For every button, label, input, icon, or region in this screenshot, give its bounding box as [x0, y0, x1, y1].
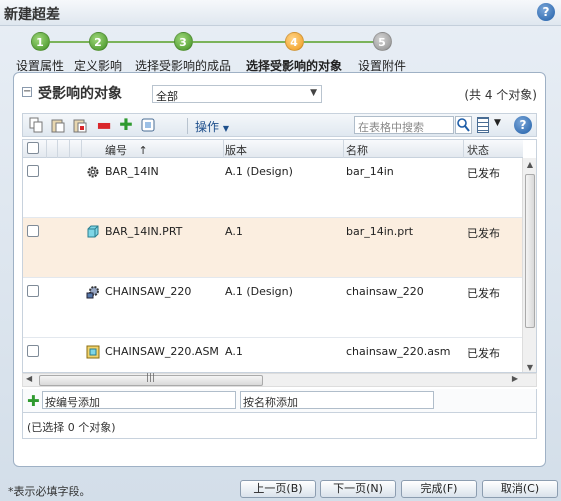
step-1-badge: 1: [30, 32, 50, 51]
add-row: ✚ 按编号添加 按名称添加: [22, 389, 537, 413]
table-toolbar: ▬ ✚ 操作 ▼ 在表格中搜索 ▼ ?: [22, 113, 537, 137]
table-header: 编号 ↑ 版本 名称 状态: [23, 140, 523, 158]
actions-label: 操作: [195, 120, 220, 134]
step-4[interactable]: 4 选择受影响的对象: [241, 32, 347, 74]
table-search-input[interactable]: 在表格中搜索: [354, 116, 454, 134]
step-5-badge: 5: [372, 32, 392, 51]
finish-button[interactable]: 完成(F): [401, 480, 477, 498]
row-checkbox[interactable]: [27, 225, 39, 237]
table-row[interactable]: BAR_14IN.PRT A.1 bar_14in.prt 已发布: [23, 218, 523, 278]
grip-icon: |||: [146, 373, 156, 383]
step-3-badge: 3: [173, 32, 193, 51]
chevron-down-icon[interactable]: ▼: [494, 118, 501, 128]
section-title: 受影响的对象: [38, 86, 122, 102]
column-status[interactable]: 状态: [467, 142, 489, 158]
table-row[interactable]: CHAINSAW_220.ASM A.1 chainsaw_220.asm 已发…: [23, 338, 523, 372]
row-name: chainsaw_220: [346, 285, 424, 298]
vertical-scroll-thumb[interactable]: [525, 174, 535, 328]
panel-header: − 受影响的对象 全部 ▼ (共 4 个对象): [22, 83, 537, 105]
column-number-label: 编号: [105, 144, 127, 157]
chevron-down-icon: ▼: [310, 88, 317, 98]
row-number[interactable]: BAR_14IN.PRT: [105, 225, 182, 238]
add-by-number-input[interactable]: 按编号添加: [42, 391, 236, 409]
row-checkbox[interactable]: [27, 345, 39, 357]
cancel-button[interactable]: 取消(C): [482, 480, 558, 498]
row-version: A.1 (Design): [225, 165, 293, 178]
row-status: 已发布: [467, 347, 500, 360]
search-icon[interactable]: [455, 116, 472, 134]
add-by-name-placeholder: 按名称添加: [243, 396, 298, 409]
gear-icon: [86, 165, 99, 178]
object-count: (共 4 个对象): [464, 88, 537, 102]
step-4-badge: 4: [284, 32, 304, 51]
column-version[interactable]: 版本: [225, 142, 247, 158]
add-icon[interactable]: ✚: [117, 117, 135, 133]
help-icon[interactable]: ?: [514, 116, 532, 134]
scroll-down-icon[interactable]: ▼: [523, 363, 536, 372]
affected-objects-table: 编号 ↑ 版本 名称 状态 BAR_14IN A.1 (Design) bar_…: [22, 139, 537, 373]
required-field-note: *表示必填字段。: [8, 485, 91, 498]
wizard-window: 新建超差 ? 1 设置属性 2 定义影响 3 选择受影响的成品 4 选择受影响的…: [0, 0, 561, 501]
row-name: chainsaw_220.asm: [346, 345, 451, 358]
row-number[interactable]: CHAINSAW_220: [105, 285, 191, 298]
search-placeholder: 在表格中搜索: [358, 121, 424, 134]
filter-select[interactable]: 全部 ▼: [152, 85, 322, 103]
add-icon[interactable]: ✚: [27, 392, 40, 410]
paste-special-icon[interactable]: [71, 117, 89, 133]
row-number[interactable]: BAR_14IN: [105, 165, 159, 178]
row-status: 已发布: [467, 227, 500, 240]
step-2-badge: 2: [88, 32, 108, 51]
remove-icon[interactable]: ▬: [95, 117, 113, 133]
column-settings-icon[interactable]: [477, 117, 489, 133]
previous-button[interactable]: 上一页(B): [240, 480, 316, 498]
selection-count: (已选择 0 个对象): [27, 421, 116, 434]
table-row[interactable]: CHAINSAW_220 A.1 (Design) chainsaw_220 已…: [23, 278, 523, 338]
row-version: A.1: [225, 345, 243, 358]
step-3[interactable]: 3 选择受影响的成品: [134, 32, 232, 74]
vertical-scrollbar[interactable]: ▲ ▼: [522, 158, 536, 372]
sort-arrow-icon: ↑: [138, 144, 148, 157]
horizontal-scrollbar[interactable]: ◀ ||| ▶: [22, 373, 537, 387]
collapse-toggle[interactable]: −: [22, 87, 32, 97]
horizontal-scroll-thumb[interactable]: |||: [39, 373, 263, 386]
actions-menu[interactable]: 操作 ▼: [195, 118, 229, 135]
row-version: A.1: [225, 225, 243, 238]
step-1[interactable]: 1 设置属性: [13, 32, 67, 74]
scroll-up-icon[interactable]: ▲: [523, 160, 536, 169]
paste-icon[interactable]: [49, 117, 67, 133]
table-row[interactable]: BAR_14IN A.1 (Design) bar_14in 已发布: [23, 158, 523, 218]
row-name: bar_14in.prt: [346, 225, 414, 238]
scroll-right-icon[interactable]: ▶: [512, 374, 518, 383]
row-number[interactable]: CHAINSAW_220.ASM: [105, 345, 219, 358]
wizard-steps: 1 设置属性 2 定义影响 3 选择受影响的成品 4 选择受影响的对象 5 设置…: [0, 26, 561, 74]
cad-part-icon: [86, 225, 99, 238]
next-button[interactable]: 下一页(N): [320, 480, 396, 498]
row-status: 已发布: [467, 287, 500, 300]
help-icon[interactable]: ?: [537, 3, 555, 21]
copy-icon[interactable]: [27, 117, 45, 133]
step-5[interactable]: 5 设置附件: [356, 32, 408, 74]
step-2[interactable]: 2 定义影响: [73, 32, 123, 74]
row-name: bar_14in: [346, 165, 394, 178]
row-checkbox[interactable]: [27, 165, 39, 177]
column-number[interactable]: 编号 ↑: [105, 142, 148, 158]
selection-info: (已选择 0 个对象): [22, 413, 537, 439]
chevron-down-icon: ▼: [222, 124, 229, 133]
row-status: 已发布: [467, 167, 500, 180]
filter-value: 全部: [156, 90, 178, 103]
window-title: 新建超差: [4, 7, 60, 23]
add-by-number-placeholder: 按编号添加: [45, 396, 100, 409]
select-all-checkbox[interactable]: [27, 142, 39, 154]
toolbar-divider: [187, 118, 188, 134]
column-name[interactable]: 名称: [346, 142, 368, 158]
scroll-left-icon[interactable]: ◀: [26, 374, 32, 383]
affected-objects-panel: − 受影响的对象 全部 ▼ (共 4 个对象) ▬ ✚ 操作 ▼ 在表格中搜索 …: [13, 72, 546, 467]
row-version: A.1 (Design): [225, 285, 293, 298]
cad-assembly-icon: [86, 345, 100, 359]
assembly-gear-icon: [86, 285, 99, 299]
title-bar: 新建超差 ?: [0, 0, 561, 26]
view-icon[interactable]: [139, 117, 157, 133]
row-checkbox[interactable]: [27, 285, 39, 297]
add-by-name-input[interactable]: 按名称添加: [240, 391, 434, 409]
